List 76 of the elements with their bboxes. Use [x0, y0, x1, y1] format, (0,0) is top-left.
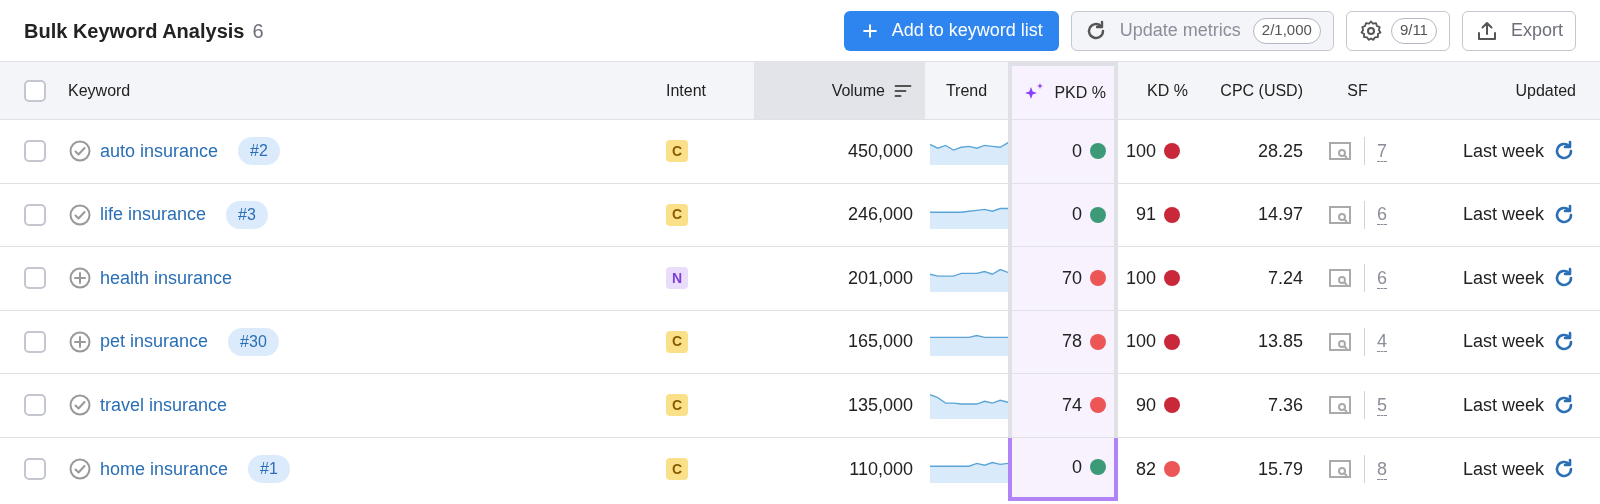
keyword-link[interactable]: travel insurance: [100, 391, 228, 419]
column-header[interactable]: Keyword: [68, 62, 666, 120]
keyword-link[interactable]: life insurance: [100, 201, 207, 229]
row-checkbox[interactable]: [24, 458, 46, 481]
row-checkbox[interactable]: [24, 330, 46, 353]
keyword-link[interactable]: home insurance: [100, 455, 229, 483]
cpc-value: 14.97: [1257, 203, 1303, 227]
volume-value: 165,000: [847, 330, 913, 354]
column-header[interactable]: Trend: [925, 62, 1008, 120]
keyword-count: 6: [252, 18, 264, 44]
settings-icon: [1358, 18, 1383, 43]
volume-value: 135,000: [847, 393, 913, 417]
intent-badge: C: [666, 203, 688, 226]
serp-features-count[interactable]: 7: [1377, 140, 1387, 162]
pkd-value: 74: [1061, 393, 1082, 417]
row-checkbox[interactable]: [24, 140, 46, 163]
cpc-value: 7.24: [1267, 266, 1303, 290]
cpc-value: 28.25: [1257, 139, 1303, 163]
column-header[interactable]: Intent: [666, 62, 754, 120]
volume-value: 450,000: [847, 139, 913, 163]
usage-counter: 2/1,000: [1252, 17, 1321, 44]
volume-value: 201,000: [847, 266, 913, 290]
kd-value: 91: [1135, 203, 1156, 227]
serp-features-count[interactable]: 5: [1377, 394, 1387, 416]
row-checkbox[interactable]: [24, 394, 46, 417]
column-header[interactable]: KD %: [1118, 62, 1200, 120]
serp-features-count[interactable]: 6: [1377, 267, 1387, 289]
add-to-list-button[interactable]: Add to keyword list: [843, 10, 1059, 51]
position-badge: #30: [228, 327, 279, 356]
row-checkbox[interactable]: [24, 267, 46, 290]
pkd-value: 0: [1072, 455, 1082, 479]
keyword-link[interactable]: health insurance: [100, 264, 233, 292]
column-header[interactable]: PKD %: [1008, 62, 1118, 120]
row-checkbox[interactable]: [24, 203, 46, 226]
intent-badge: C: [666, 140, 688, 163]
pkd-value: 70: [1061, 266, 1082, 290]
serp-features-count[interactable]: 4: [1377, 331, 1387, 353]
column-header[interactable]: CPC (USD): [1200, 62, 1315, 120]
settings-button[interactable]: 9/11: [1345, 10, 1450, 51]
position-badge: #1: [248, 455, 290, 484]
pkd-value: 78: [1061, 330, 1082, 354]
kd-value: 100: [1125, 266, 1156, 290]
page-title: Bulk Keyword Analysis: [24, 18, 245, 44]
pkd-value: 0: [1072, 139, 1082, 163]
volume-value: 110,000: [849, 457, 913, 481]
volume-value: 246,000: [847, 203, 913, 227]
updated-text: Last week: [1462, 266, 1544, 290]
keyword-link[interactable]: pet insurance: [100, 328, 209, 356]
cpc-value: 7.36: [1267, 393, 1303, 417]
kd-value: 82: [1135, 457, 1156, 481]
intent-badge: C: [666, 394, 688, 417]
cpc-value: 15.79: [1257, 457, 1303, 481]
kd-value: 100: [1125, 139, 1156, 163]
kd-value: 100: [1125, 330, 1156, 354]
position-badge: #3: [226, 200, 268, 229]
serp-features-count[interactable]: 8: [1377, 458, 1387, 480]
column-header[interactable]: Volume: [754, 62, 925, 120]
column-header[interactable]: SF: [1315, 62, 1400, 120]
kd-value: 90: [1135, 393, 1156, 417]
export-button[interactable]: Export: [1461, 10, 1576, 51]
intent-badge: N: [666, 267, 688, 290]
updated-text: Last week: [1462, 139, 1544, 163]
select-all-checkbox[interactable]: [24, 79, 46, 102]
updated-text: Last week: [1462, 457, 1544, 481]
updated-text: Last week: [1462, 393, 1544, 417]
column-header[interactable]: Updated: [1400, 62, 1600, 120]
intent-badge: C: [666, 458, 688, 481]
cpc-value: 13.85: [1257, 330, 1303, 354]
updated-text: Last week: [1462, 203, 1544, 227]
position-badge: #2: [238, 137, 280, 166]
pkd-value: 0: [1072, 203, 1082, 227]
updated-text: Last week: [1462, 330, 1544, 354]
intent-badge: C: [666, 330, 688, 353]
update-metrics-button[interactable]: Update metrics 2/1,000: [1070, 10, 1334, 51]
serp-features-count[interactable]: 6: [1377, 204, 1387, 226]
keyword-link[interactable]: auto insurance: [100, 137, 219, 165]
